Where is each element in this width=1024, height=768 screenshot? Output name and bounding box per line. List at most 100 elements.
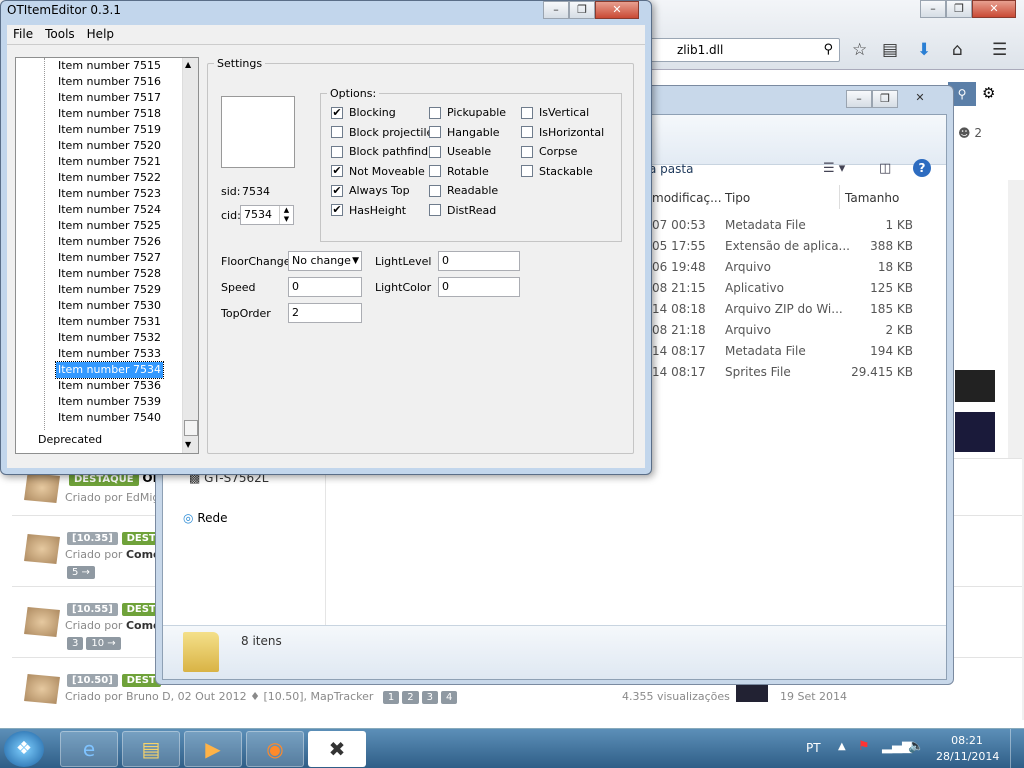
- option-checkbox[interactable]: Useable: [429, 145, 491, 158]
- maximize-button[interactable]: ❐: [569, 1, 595, 19]
- lightlevel-input[interactable]: 0: [438, 251, 520, 271]
- page-link[interactable]: 1: [382, 691, 400, 704]
- column-date-modified[interactable]: modificaç...: [652, 191, 722, 205]
- tree-node-item[interactable]: Item number 7527: [56, 250, 163, 266]
- bookmarks-icon[interactable]: ▤: [882, 38, 898, 62]
- ie-icon[interactable]: e: [60, 731, 118, 767]
- scroll-up-icon[interactable]: ▲: [185, 60, 191, 69]
- tree-scrollbar[interactable]: ▲ ▼: [182, 58, 198, 453]
- checkbox-empty-icon[interactable]: [429, 165, 441, 177]
- option-checkbox[interactable]: Readable: [429, 184, 498, 197]
- checkbox-empty-icon[interactable]: [331, 126, 343, 138]
- media-player-icon[interactable]: ▶: [184, 731, 242, 767]
- option-checkbox[interactable]: Pickupable: [429, 106, 506, 119]
- file-row[interactable]: 14 08:17 Metadata File 194 KB: [652, 341, 942, 362]
- tree-node-item[interactable]: Item number 7521: [56, 154, 163, 170]
- option-checkbox[interactable]: ✔ Always Top: [331, 184, 410, 197]
- page-link[interactable]: 5 →: [67, 566, 95, 579]
- close-button[interactable]: ✕: [972, 0, 1016, 18]
- column-size[interactable]: Tamanho: [845, 191, 899, 205]
- checkmark-icon[interactable]: ✔: [331, 165, 343, 177]
- minimize-button[interactable]: –: [846, 90, 872, 108]
- option-checkbox[interactable]: Stackable: [521, 165, 593, 178]
- search-icon[interactable]: ⚲: [823, 39, 833, 61]
- cid-stepper[interactable]: 7534 ▲ ▼: [240, 205, 294, 225]
- option-checkbox[interactable]: Block projectile: [331, 126, 433, 139]
- floorchange-select[interactable]: No change ▼: [288, 251, 362, 271]
- page-link[interactable]: 3: [421, 691, 439, 704]
- tree-node-item[interactable]: Item number 7517: [56, 90, 163, 106]
- checkbox-empty-icon[interactable]: [331, 145, 343, 158]
- clock[interactable]: 08:21 28/11/2014: [936, 733, 999, 765]
- star-icon[interactable]: ☆: [852, 38, 867, 62]
- menu-file[interactable]: File: [7, 25, 39, 43]
- file-row[interactable]: 06 19:48 Arquivo 18 KB: [652, 257, 942, 278]
- file-row[interactable]: 07 00:53 Metadata File 1 KB: [652, 215, 942, 236]
- option-checkbox[interactable]: IsHorizontal: [521, 126, 604, 139]
- start-button[interactable]: ❖: [4, 731, 44, 767]
- close-button[interactable]: ✕: [898, 90, 942, 108]
- menu-help[interactable]: Help: [81, 25, 120, 43]
- volume-icon[interactable]: 🔈: [908, 739, 924, 754]
- show-desktop-button[interactable]: [1010, 729, 1024, 768]
- help-icon[interactable]: ?: [913, 159, 931, 177]
- explorer-taskbar-icon[interactable]: ▤: [122, 731, 180, 767]
- toporder-input[interactable]: 2: [288, 303, 362, 323]
- maximize-button[interactable]: ❐: [872, 90, 898, 108]
- tree-node-item[interactable]: Item number 7529: [56, 282, 163, 298]
- file-row[interactable]: 05 17:55 Extensão de aplica... 388 KB: [652, 236, 942, 257]
- topic-tags[interactable]: [10.50], MapTracker: [263, 690, 373, 703]
- file-row[interactable]: 14 08:17 Sprites File 29.415 KB: [652, 362, 942, 383]
- checkbox-empty-icon[interactable]: [429, 126, 441, 138]
- minimize-button[interactable]: –: [920, 0, 946, 18]
- checkbox-empty-icon[interactable]: [429, 145, 441, 158]
- option-checkbox[interactable]: IsVertical: [521, 106, 589, 119]
- nav-item-network[interactable]: ◎ Rede: [183, 511, 228, 525]
- option-checkbox[interactable]: ✔ Not Moveable: [331, 165, 425, 178]
- action-center-icon[interactable]: ⚑: [858, 739, 870, 754]
- stepper-arrows-icon[interactable]: ▲ ▼: [279, 206, 293, 224]
- page-link[interactable]: 10 →: [86, 637, 121, 650]
- speed-input[interactable]: 0: [288, 277, 362, 297]
- close-button[interactable]: ✕: [595, 1, 639, 19]
- tree-node-item[interactable]: Item number 7526: [56, 234, 163, 250]
- preview-pane-icon[interactable]: ◫: [879, 161, 891, 176]
- download-icon[interactable]: ⬇: [917, 38, 931, 62]
- file-row[interactable]: 14 08:18 Arquivo ZIP do Wi... 185 KB: [652, 299, 942, 320]
- checkmark-icon[interactable]: ✔: [331, 204, 343, 216]
- file-row[interactable]: 08 21:15 Aplicativo 125 KB: [652, 278, 942, 299]
- option-checkbox[interactable]: ✔ Blocking: [331, 106, 396, 119]
- option-checkbox[interactable]: Rotable: [429, 165, 489, 178]
- file-row[interactable]: 08 21:18 Arquivo 2 KB: [652, 320, 942, 341]
- language-indicator[interactable]: PT: [806, 741, 821, 755]
- tray-expand-icon[interactable]: ▲: [838, 741, 846, 752]
- checkbox-empty-icon[interactable]: [521, 106, 533, 119]
- tree-node-item[interactable]: Item number 7534: [55, 361, 164, 379]
- otitemeditor-taskbar-icon[interactable]: ✖: [308, 731, 366, 767]
- page-link[interactable]: 2: [402, 691, 419, 704]
- scroll-thumb[interactable]: [184, 420, 198, 436]
- checkbox-empty-icon[interactable]: [521, 165, 533, 177]
- tree-node-item[interactable]: Item number 7516: [56, 74, 163, 90]
- checkbox-empty-icon[interactable]: [429, 184, 441, 197]
- firefox-icon[interactable]: ◉: [246, 731, 304, 767]
- option-checkbox[interactable]: ✔ HasHeight: [331, 204, 406, 217]
- gear-icon[interactable]: ⚙: [982, 84, 995, 102]
- option-checkbox[interactable]: Corpse: [521, 145, 577, 158]
- option-checkbox[interactable]: Hangable: [429, 126, 500, 139]
- tree-node-item[interactable]: Item number 7520: [56, 138, 163, 154]
- menu-tools[interactable]: Tools: [39, 25, 81, 43]
- maximize-button[interactable]: ❐: [946, 0, 972, 18]
- tree-node-item[interactable]: Item number 7540: [56, 410, 163, 426]
- tree-node-item[interactable]: Item number 7518: [56, 106, 163, 122]
- scroll-down-icon[interactable]: ▼: [185, 440, 191, 449]
- option-checkbox[interactable]: Block pathfind: [331, 145, 428, 158]
- checkmark-icon[interactable]: ✔: [331, 106, 343, 119]
- checkbox-empty-icon[interactable]: [429, 106, 441, 119]
- checkmark-icon[interactable]: ✔: [331, 184, 343, 197]
- checkbox-empty-icon[interactable]: [521, 145, 533, 158]
- tree-node-item[interactable]: Item number 7539: [56, 394, 163, 410]
- page-link[interactable]: 3: [67, 637, 84, 650]
- home-icon[interactable]: ⌂: [952, 38, 963, 62]
- lightcolor-input[interactable]: 0: [438, 277, 520, 297]
